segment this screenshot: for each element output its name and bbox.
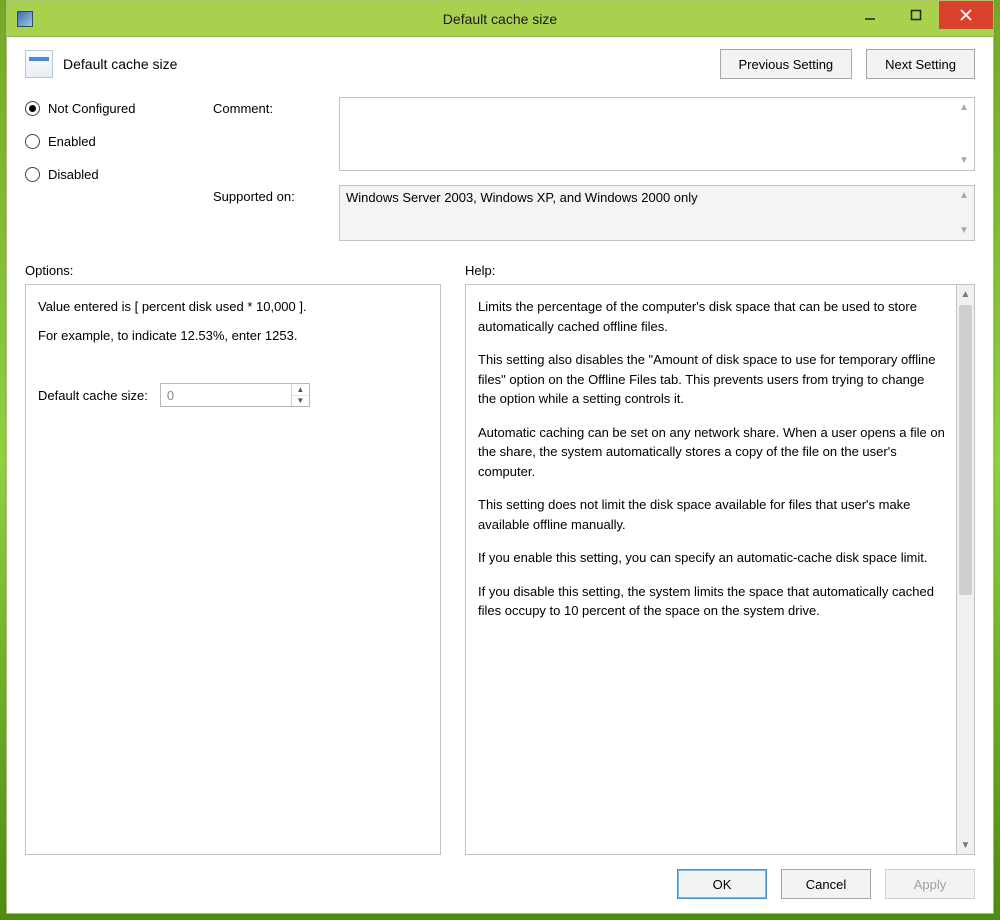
scrollbar-thumb[interactable]: [959, 305, 972, 595]
default-cache-size-input[interactable]: [161, 386, 291, 405]
help-panel[interactable]: Limits the percentage of the computer's …: [465, 284, 957, 855]
radio-enabled[interactable]: Enabled: [25, 134, 193, 149]
cancel-button[interactable]: Cancel: [781, 869, 871, 899]
panels-row: Value entered is [ percent disk used * 1…: [25, 284, 975, 855]
options-text-line2: For example, to indicate 12.53%, enter 1…: [38, 328, 428, 343]
help-paragraph: If you disable this setting, the system …: [478, 582, 946, 621]
maximize-button[interactable]: [893, 1, 939, 29]
state-radio-group: Not Configured Enabled Disabled: [25, 97, 193, 241]
policy-title: Default cache size: [63, 56, 177, 72]
options-text-line1: Value entered is [ percent disk used * 1…: [38, 299, 428, 314]
minimize-icon: [864, 9, 876, 21]
minimize-button[interactable]: [847, 1, 893, 29]
supported-on-label: Supported on:: [213, 185, 325, 204]
default-cache-size-label: Default cache size:: [38, 388, 148, 403]
next-setting-button[interactable]: Next Setting: [866, 49, 975, 79]
header-row: Default cache size Previous Setting Next…: [25, 49, 975, 79]
help-paragraph: If you enable this setting, you can spec…: [478, 548, 946, 568]
dialog-footer: OK Cancel Apply: [25, 855, 975, 899]
help-paragraph: This setting also disables the "Amount o…: [478, 350, 946, 409]
section-labels: Options: Help:: [25, 263, 975, 278]
scroll-down-icon[interactable]: ▼: [958, 225, 970, 236]
supported-on-text: Windows Server 2003, Windows XP, and Win…: [339, 185, 975, 241]
radio-disabled[interactable]: Disabled: [25, 167, 193, 182]
radio-icon: [25, 134, 40, 149]
radio-not-configured[interactable]: Not Configured: [25, 101, 193, 116]
help-section-label: Help:: [465, 263, 975, 278]
window-controls: [847, 1, 993, 36]
apply-button[interactable]: Apply: [885, 869, 975, 899]
window-title: Default cache size: [7, 11, 993, 27]
help-paragraph: Limits the percentage of the computer's …: [478, 297, 946, 336]
maximize-icon: [910, 9, 922, 21]
help-paragraph: Automatic caching can be set on any netw…: [478, 423, 946, 482]
config-row: Not Configured Enabled Disabled Comment:…: [25, 97, 975, 241]
ok-button[interactable]: OK: [677, 869, 767, 899]
policy-icon: [25, 50, 53, 78]
spinner-up-button[interactable]: ▲: [292, 384, 309, 396]
scroll-up-icon[interactable]: ▲: [958, 190, 970, 201]
previous-setting-button[interactable]: Previous Setting: [720, 49, 853, 79]
radio-icon: [25, 101, 40, 116]
scroll-up-icon[interactable]: ▲: [957, 285, 974, 303]
close-icon: [960, 9, 972, 21]
spinner-down-button[interactable]: ▼: [292, 396, 309, 407]
help-scrollbar[interactable]: ▲ ▼: [957, 284, 975, 855]
default-cache-size-spinner[interactable]: ▲ ▼: [160, 383, 310, 407]
options-section-label: Options:: [25, 263, 465, 278]
help-paragraph: This setting does not limit the disk spa…: [478, 495, 946, 534]
radio-label: Enabled: [48, 134, 96, 149]
close-button[interactable]: [939, 1, 993, 29]
dialog-content: Default cache size Previous Setting Next…: [7, 37, 993, 913]
options-panel: Value entered is [ percent disk used * 1…: [25, 284, 441, 855]
scroll-down-icon[interactable]: ▼: [958, 155, 970, 166]
comment-label: Comment:: [213, 97, 325, 116]
scroll-down-icon[interactable]: ▼: [957, 836, 974, 854]
titlebar[interactable]: Default cache size: [7, 1, 993, 37]
scroll-up-icon[interactable]: ▲: [958, 102, 970, 113]
supported-on-value: Windows Server 2003, Windows XP, and Win…: [346, 190, 698, 205]
dialog-window: Default cache size Default cache size Pr…: [6, 0, 994, 914]
radio-label: Disabled: [48, 167, 99, 182]
radio-icon: [25, 167, 40, 182]
app-icon: [17, 11, 33, 27]
help-panel-container: Limits the percentage of the computer's …: [465, 284, 975, 855]
comment-textarea[interactable]: ▲ ▼: [339, 97, 975, 171]
radio-label: Not Configured: [48, 101, 135, 116]
